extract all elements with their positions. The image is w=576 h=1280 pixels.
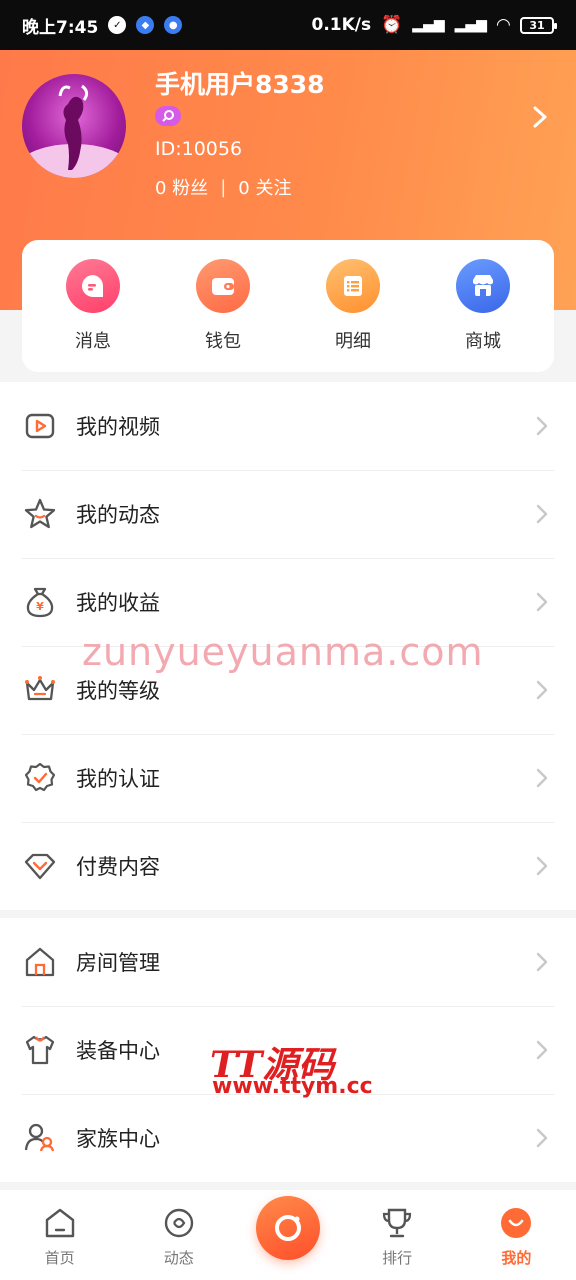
chevron-right-icon [536, 952, 548, 972]
menu-item-label: 房间管理 [76, 951, 160, 975]
live-camera-button[interactable] [256, 1196, 320, 1260]
quick-action-label: 明细 [335, 331, 371, 352]
notification-icon: ✓ [108, 16, 127, 34]
username: 手机用户8338 [155, 70, 325, 99]
quick-action-store[interactable]: 商城 [428, 259, 538, 353]
user-id: ID:10056 [155, 138, 243, 160]
menu-item-label: 我的动态 [76, 503, 160, 527]
menu-item-label: 付费内容 [76, 855, 160, 879]
watermark-site: zunyueyuanma.com [82, 630, 484, 674]
chevron-right-icon [536, 680, 548, 700]
menu-item-label: 我的收益 [76, 591, 160, 615]
quick-action-messages[interactable]: 消息 [38, 259, 148, 353]
list-icon [326, 259, 380, 313]
nav-label: 我的 [501, 1249, 532, 1267]
nav-ranking[interactable]: 排行 [352, 1203, 442, 1268]
network-speed: 0.1K/s [311, 15, 372, 35]
quick-action-label: 消息 [75, 331, 111, 352]
fans-count[interactable]: 0 粉丝 [155, 174, 208, 200]
nav-home[interactable]: 首页 [15, 1203, 105, 1268]
profile-page: 晚上7:45 ✓ ◆ ● 0.1K/s ⏰ ▂▄▆ ▂▄▆ ◠ 31 手机用户8… [0, 0, 576, 1280]
stats-separator: | [220, 176, 227, 198]
nav-label: 排行 [382, 1249, 413, 1267]
watermark-url: www.ttym.cc [212, 1074, 373, 1099]
menu-item-label: 家族中心 [76, 1127, 160, 1151]
menu-item-my-verification[interactable]: 我的认证 [0, 734, 576, 822]
diamond-icon [22, 848, 58, 884]
battery-icon: 31 [520, 16, 557, 34]
camera-icon [275, 1215, 301, 1241]
dynamic-nav-icon [159, 1203, 199, 1243]
chevron-right-icon [536, 592, 548, 612]
alarm-icon: ⏰ [381, 15, 403, 35]
quick-action-label: 商城 [465, 331, 501, 352]
menu-item-paid-content[interactable]: 付费内容 [0, 822, 576, 910]
shirt-icon [22, 1032, 58, 1068]
quick-action-details[interactable]: 明细 [298, 259, 408, 353]
nav-dynamic[interactable]: 动态 [134, 1203, 224, 1268]
family-icon [22, 1120, 58, 1156]
follow-stats: 0 粉丝 | 0 关注 [155, 174, 291, 200]
wallet-icon [196, 259, 250, 313]
chevron-right-icon [536, 768, 548, 788]
status-time: 晚上7:45 [22, 17, 99, 38]
home-icon [22, 944, 58, 980]
money-bag-icon: ¥ [22, 584, 58, 620]
menu-item-label: 我的认证 [76, 767, 160, 791]
avatar[interactable] [22, 74, 126, 178]
message-icon [66, 259, 120, 313]
verified-badge-icon [22, 760, 58, 796]
level-badge-icon [155, 106, 181, 126]
star-icon [22, 496, 58, 532]
chevron-right-icon [536, 856, 548, 876]
home-nav-icon [40, 1203, 80, 1243]
svg-text:¥: ¥ [36, 600, 44, 613]
menu-item-my-videos[interactable]: 我的视频 [0, 382, 576, 470]
signal-icon-2: ▂▄▆ [454, 17, 487, 33]
nav-profile[interactable]: 我的 [471, 1203, 561, 1268]
signal-icon: ▂▄▆ [412, 17, 445, 33]
menu-item-family-center[interactable]: 家族中心 [0, 1094, 576, 1182]
chevron-right-icon [536, 1040, 548, 1060]
nav-label: 动态 [163, 1249, 194, 1267]
menu-item-my-posts[interactable]: 我的动态 [0, 470, 576, 558]
shield-icon: ◆ [136, 16, 155, 34]
menu-item-label: 我的视频 [76, 415, 160, 439]
quick-action-label: 钱包 [205, 331, 241, 352]
menu-item-label: 装备中心 [76, 1039, 160, 1063]
menu-item-room-management[interactable]: 房间管理 [0, 918, 576, 1006]
chevron-right-icon [536, 416, 548, 436]
following-count[interactable]: 0 关注 [238, 174, 291, 200]
crown-icon [22, 672, 58, 708]
quick-action-wallet[interactable]: 钱包 [168, 259, 278, 353]
chevron-right-icon [536, 1128, 548, 1148]
quick-actions-card: 消息 钱包 明细 商城 [22, 240, 554, 372]
chevron-right-icon [536, 504, 548, 524]
menu-item-label: 我的等级 [76, 679, 160, 703]
app-notify-icon: ● [164, 16, 183, 34]
nav-label: 首页 [44, 1249, 75, 1267]
chevron-right-icon[interactable] [528, 106, 550, 128]
profile-nav-icon [496, 1203, 536, 1243]
wifi-icon: ◠ [496, 15, 510, 35]
video-icon [22, 408, 58, 444]
trophy-nav-icon [377, 1203, 417, 1243]
status-bar: 晚上7:45 ✓ ◆ ● 0.1K/s ⏰ ▂▄▆ ▂▄▆ ◠ 31 [0, 0, 576, 50]
store-icon [456, 259, 510, 313]
